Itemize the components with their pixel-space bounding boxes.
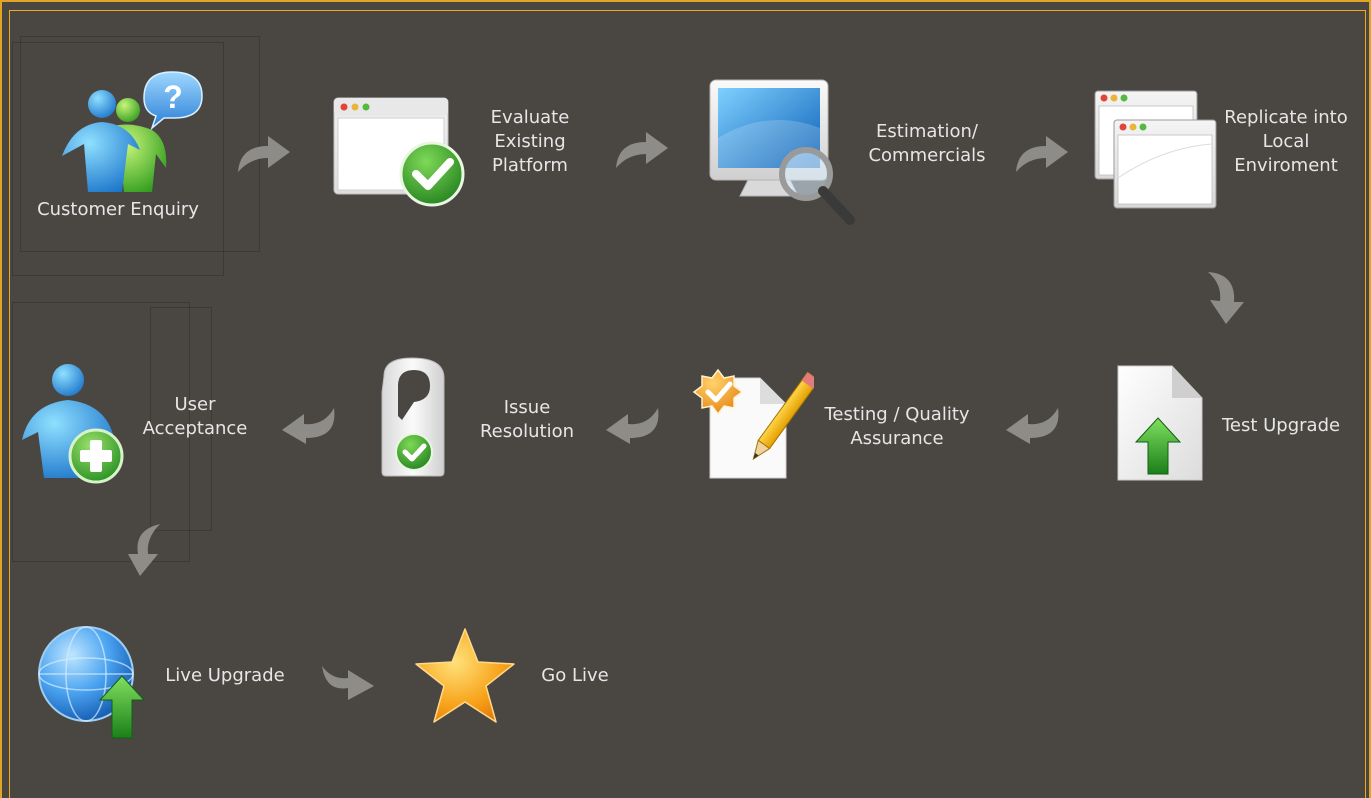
- document-upload-icon: [1117, 365, 1203, 481]
- monitor-magnifier-icon: [709, 79, 855, 225]
- arrow-right-icon: [1016, 136, 1068, 172]
- star-icon: [415, 628, 515, 723]
- step-label-live-upgrade: Live Upgrade: [165, 665, 285, 686]
- multiple-windows-icon: [1094, 90, 1217, 209]
- step-label-go-live: Go Live: [541, 665, 609, 686]
- step-label-estimation: Estimation/ Commercials: [868, 121, 986, 166]
- arrow-right-icon: [616, 132, 668, 168]
- browser-check-icon: [333, 97, 465, 207]
- user-add-icon: [22, 364, 124, 484]
- svg-text:?: ?: [163, 79, 183, 115]
- arrow-left-icon: [606, 408, 659, 444]
- arrow-left-icon: [1006, 408, 1059, 444]
- arrow-down-icon: [128, 524, 160, 576]
- door-hanger-check-icon: [381, 357, 445, 477]
- step-label-issue-resolution: Issue Resolution: [479, 397, 575, 442]
- arrow-right-icon: [322, 666, 374, 700]
- step-label-replicate: Replicate into Local Enviroment: [1224, 107, 1348, 176]
- step-label-evaluate: Evaluate Existing Platform: [490, 107, 570, 176]
- arrow-down-icon: [1208, 272, 1244, 324]
- document-pencil-check-icon: [692, 368, 814, 479]
- users-question-icon: ?: [62, 71, 203, 192]
- globe-upload-icon: [38, 626, 146, 739]
- arrow-left-icon: [282, 408, 335, 444]
- arrow-right-icon: [238, 136, 290, 172]
- step-label-test-upgrade: Test Upgrade: [1221, 415, 1341, 436]
- step-label-testing-qa: Testing / Quality Assurance: [824, 404, 970, 449]
- step-label-customer-enquiry: Customer Enquiry: [37, 199, 199, 220]
- diagram-frame: ? Customer Enquiry Evaluate Existing Pla…: [0, 0, 1371, 798]
- step-label-user-acceptance: User Acceptance: [142, 394, 248, 439]
